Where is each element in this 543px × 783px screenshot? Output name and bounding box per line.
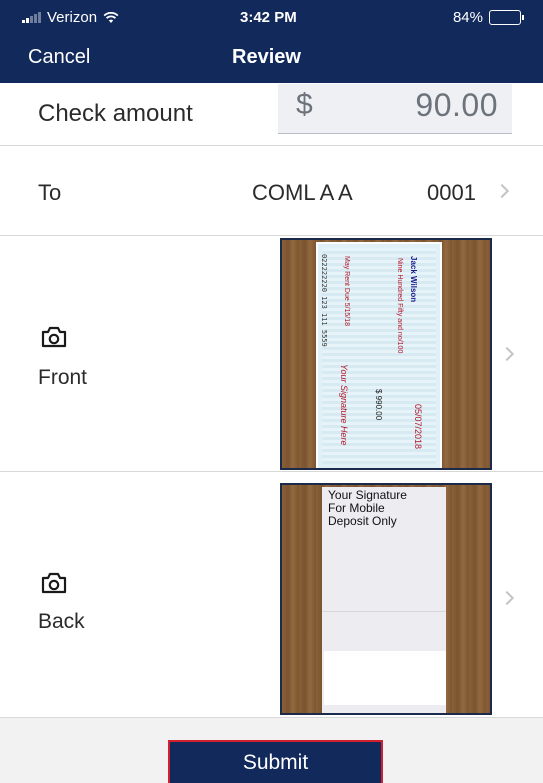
camera-icon [41,572,67,594]
wifi-icon [103,11,119,23]
carrier-label: Verizon [47,9,98,26]
clock: 3:42 PM [240,9,297,26]
signal-icon [22,12,41,23]
battery-group: 84% [452,9,524,26]
front-label: Front [38,366,88,389]
check-name: Jack Wilson [409,256,418,303]
footer: Submit [0,718,543,783]
to-account-row[interactable]: To COML A A 0001 [0,146,543,236]
to-account-number: 0001 [427,180,476,205]
carrier-group: Verizon [22,9,119,26]
to-label: To [38,180,62,205]
check-amount-field[interactable]: $ 90.00 [278,84,512,134]
endorsement-text: Your Signature For Mobile Deposit Only [328,489,407,528]
camera-icon [41,326,67,348]
back-label: Back [38,610,85,633]
currency-symbol: $ [296,88,313,121]
nav-bar: Cancel Review [0,40,543,80]
check-signature: Your Signature Here [339,364,349,446]
page-title: Review [232,46,301,68]
back-check-image[interactable]: Your Signature For Mobile Deposit Only [280,483,492,715]
battery-percent: 84% [452,9,483,26]
to-account-name: COML A A [252,180,353,205]
check-memo: May Rent Due 5/15/18 [343,256,350,327]
redaction-patch [324,651,446,705]
check-amount-label: Check amount [38,100,193,127]
cancel-button[interactable]: Cancel [28,46,90,69]
check-amount-words: Nine Hundred Fifty and no/100 [396,258,403,354]
front-check-image[interactable]: Jack Wilson Nine Hundred Fifty and no/10… [280,238,492,470]
check-micr: 022222220 123 111 5559 [320,254,328,347]
submit-button[interactable]: Submit [168,740,383,783]
top-bar: Verizon 3:42 PM 84% Cancel Review [0,0,543,83]
chevron-right-icon [494,183,510,199]
endorsement-divider [322,611,446,612]
endorsement-line: Deposit Only [328,514,397,528]
battery-icon [489,10,524,25]
check-date: 05/07/2018 [413,404,423,450]
check-amount-value: 90.00 [415,87,498,123]
chevron-right-icon [499,346,515,362]
status-bar: Verizon 3:42 PM 84% [0,0,543,36]
chevron-right-icon [499,590,515,606]
check-front: Jack Wilson Nine Hundred Fifty and no/10… [316,242,442,468]
check-amount-box: $ 990.00 [374,389,383,421]
